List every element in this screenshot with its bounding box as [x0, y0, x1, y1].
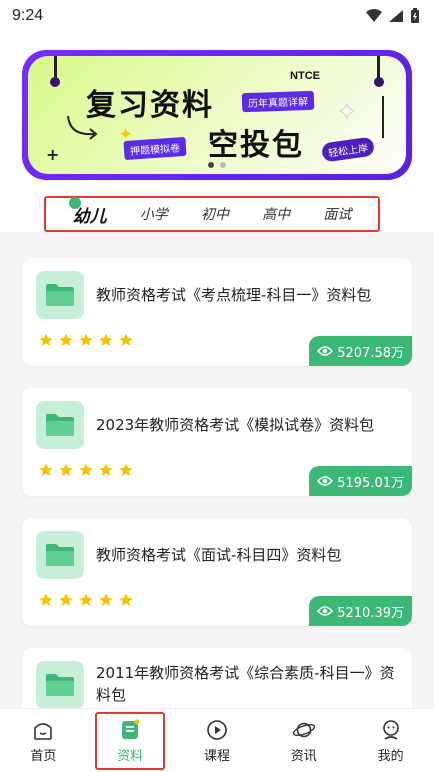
document-icon	[122, 719, 140, 739]
star-icon	[59, 463, 73, 476]
banner-brand: NTCE	[290, 70, 320, 82]
banner-title-line1: 复习资料	[86, 88, 214, 123]
tab-label: 幼儿	[72, 206, 107, 227]
view-count-badge: 5207.58万	[309, 336, 412, 366]
play-icon	[207, 719, 227, 740]
nav-home[interactable]: 首页	[8, 718, 78, 764]
banner-hanger-right	[377, 56, 380, 78]
carousel-indicator	[208, 162, 226, 168]
star-icon	[119, 463, 133, 476]
wifi-icon	[366, 9, 382, 22]
nav-label: 资讯	[290, 748, 317, 764]
banner-hanger-left	[54, 56, 57, 78]
folder-icon	[36, 531, 84, 579]
material-card[interactable]: 教师资格考试《考点梳理-科目一》资料包 5207.58万	[22, 258, 412, 366]
view-count: 5210.39万	[337, 605, 404, 621]
plus-decoration-icon: +	[46, 145, 60, 164]
star-icon	[79, 333, 93, 346]
tab-primary[interactable]: 小学	[140, 204, 168, 224]
signal-icon	[389, 10, 403, 22]
nav-profile[interactable]: 我的	[356, 718, 426, 764]
star-icon	[59, 593, 73, 606]
star-icon	[99, 463, 113, 476]
star-icon	[99, 333, 113, 346]
banner-content: NTCE 复习资料 历年真题详解 空投包 押题模拟卷 轻松上岸 ✦ ✦ +	[28, 56, 406, 174]
nav-label: 我的	[377, 748, 404, 764]
home-icon	[34, 722, 53, 740]
banner-pin-right	[374, 77, 384, 87]
status-icons	[366, 8, 420, 24]
tab-interview[interactable]: 面试	[323, 204, 351, 224]
status-bar: 9:24	[0, 0, 434, 32]
banner-title-line2: 空投包	[208, 128, 304, 163]
view-count: 5195.01万	[337, 475, 404, 491]
eye-icon	[317, 346, 334, 356]
banner-pin-left	[50, 77, 60, 87]
star-icon	[119, 333, 133, 346]
star-icon	[39, 463, 53, 476]
folder-icon	[36, 401, 84, 449]
material-title: 教师资格考试《考点梳理-科目一》资料包	[96, 286, 372, 304]
nav-label: 首页	[30, 748, 57, 764]
folder-icon	[36, 271, 84, 319]
material-title: 2023年教师资格考试《模拟试卷》资料包	[96, 416, 375, 434]
sparkle-icon: ✦	[337, 100, 356, 125]
status-time: 9:24	[12, 7, 44, 24]
banner-decoration-line	[382, 96, 384, 138]
tab-label: 面试	[323, 207, 352, 223]
curved-arrow-icon	[67, 115, 98, 140]
star-icon	[79, 593, 93, 606]
rating-stars	[38, 592, 134, 608]
nav-news[interactable]: 资讯	[269, 718, 339, 764]
promo-banner[interactable]: NTCE 复习资料 历年真题详解 空投包 押题模拟卷 轻松上岸 ✦ ✦ +	[22, 50, 412, 180]
star-icon	[59, 333, 73, 346]
eye-icon	[317, 606, 334, 616]
banner-tag-easy: 轻松上岸	[320, 136, 376, 163]
nav-label: 课程	[203, 748, 230, 764]
star-icon	[79, 463, 93, 476]
nav-courses[interactable]: 课程	[182, 718, 252, 764]
view-count: 5207.58万	[337, 345, 404, 361]
carousel-dot-active[interactable]	[208, 162, 214, 168]
tab-label: 高中	[262, 207, 291, 223]
tab-senior-high[interactable]: 高中	[262, 204, 290, 224]
level-tabs: 幼儿 小学 初中 高中 面试	[44, 196, 380, 232]
battery-icon	[411, 8, 419, 23]
profile-icon	[382, 719, 399, 740]
nav-materials[interactable]: 资料	[95, 711, 166, 770]
tab-label: 小学	[139, 207, 168, 223]
folder-icon	[36, 661, 84, 709]
tab-preschool[interactable]: 幼儿	[68, 196, 107, 227]
sparkle-icon: ✦	[118, 124, 134, 145]
bottom-nav: 首页 资料 课程 资讯 我的	[0, 708, 434, 772]
star-icon	[119, 593, 133, 606]
star-icon	[99, 593, 113, 606]
banner-tag-past-exams: 历年真题详解	[241, 90, 315, 113]
material-title: 2011年教师资格考试《综合素质-科目一》资料包	[96, 664, 395, 704]
rating-stars	[38, 462, 134, 478]
star-icon	[39, 593, 53, 606]
planet-icon	[292, 722, 315, 737]
tab-label: 初中	[200, 207, 229, 223]
carousel-dot[interactable]	[220, 162, 226, 168]
view-count-badge: 5210.39万	[309, 596, 412, 626]
eye-icon	[317, 476, 334, 486]
material-card[interactable]: 2023年教师资格考试《模拟试卷》资料包 5195.01万	[22, 388, 412, 496]
tab-junior-high[interactable]: 初中	[201, 204, 229, 224]
star-icon	[39, 333, 53, 346]
view-count-badge: 5195.01万	[309, 466, 412, 496]
material-list: 教师资格考试《考点梳理-科目一》资料包 5207.58万 2023年教师资格考试…	[22, 258, 412, 772]
material-card[interactable]: 教师资格考试《面试-科目四》资料包 5210.39万	[22, 518, 412, 626]
rating-stars	[38, 332, 134, 348]
nav-label: 资料	[117, 748, 144, 764]
material-title: 教师资格考试《面试-科目四》资料包	[96, 546, 342, 564]
